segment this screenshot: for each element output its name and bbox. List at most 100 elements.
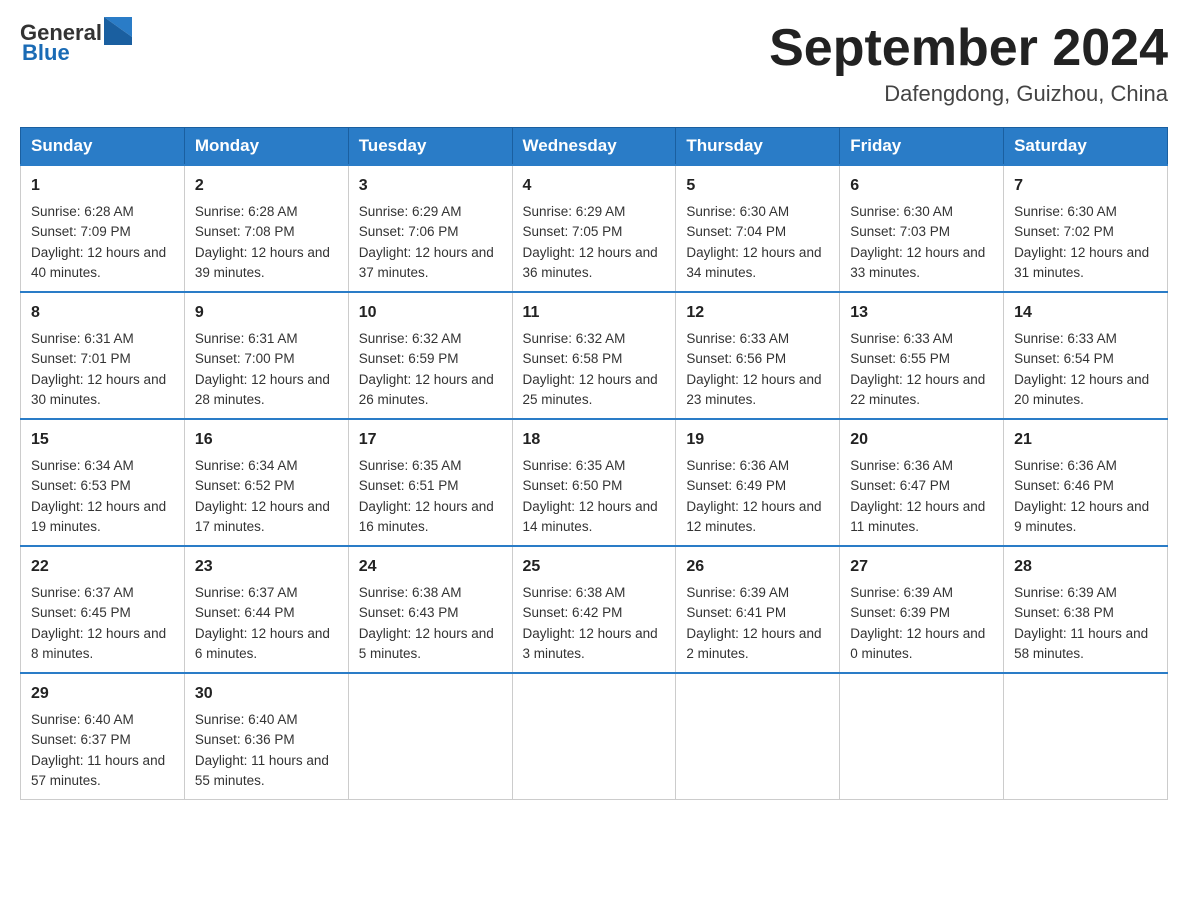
day-number: 24 <box>359 555 502 579</box>
day-number: 30 <box>195 682 338 706</box>
day-number: 29 <box>31 682 174 706</box>
sunrise-label: Sunrise: 6:36 AM <box>686 458 789 473</box>
sunrise-label: Sunrise: 6:39 AM <box>686 585 789 600</box>
day-number: 16 <box>195 428 338 452</box>
sunrise-label: Sunrise: 6:34 AM <box>195 458 298 473</box>
sunset-label: Sunset: 6:52 PM <box>195 478 295 493</box>
calendar-cell: 6 Sunrise: 6:30 AM Sunset: 7:03 PM Dayli… <box>840 165 1004 292</box>
sunrise-label: Sunrise: 6:33 AM <box>1014 331 1117 346</box>
sunrise-label: Sunrise: 6:28 AM <box>195 204 298 219</box>
sunrise-label: Sunrise: 6:29 AM <box>523 204 626 219</box>
calendar-week-2: 8 Sunrise: 6:31 AM Sunset: 7:01 PM Dayli… <box>21 292 1168 419</box>
sunrise-label: Sunrise: 6:31 AM <box>195 331 298 346</box>
daylight-label: Daylight: 11 hours and 55 minutes. <box>195 753 329 788</box>
calendar-cell: 14 Sunrise: 6:33 AM Sunset: 6:54 PM Dayl… <box>1004 292 1168 419</box>
calendar-cell: 24 Sunrise: 6:38 AM Sunset: 6:43 PM Dayl… <box>348 546 512 673</box>
sunset-label: Sunset: 7:04 PM <box>686 224 786 239</box>
calendar-cell <box>840 673 1004 800</box>
calendar-cell: 4 Sunrise: 6:29 AM Sunset: 7:05 PM Dayli… <box>512 165 676 292</box>
sunset-label: Sunset: 6:42 PM <box>523 605 623 620</box>
calendar-cell: 11 Sunrise: 6:32 AM Sunset: 6:58 PM Dayl… <box>512 292 676 419</box>
calendar-cell <box>512 673 676 800</box>
sunset-label: Sunset: 6:53 PM <box>31 478 131 493</box>
calendar-cell <box>676 673 840 800</box>
day-number: 1 <box>31 174 174 198</box>
sunset-label: Sunset: 6:58 PM <box>523 351 623 366</box>
daylight-label: Daylight: 12 hours and 9 minutes. <box>1014 499 1149 534</box>
day-number: 10 <box>359 301 502 325</box>
sunset-label: Sunset: 6:49 PM <box>686 478 786 493</box>
daylight-label: Daylight: 11 hours and 57 minutes. <box>31 753 165 788</box>
sunrise-label: Sunrise: 6:32 AM <box>523 331 626 346</box>
day-number: 13 <box>850 301 993 325</box>
sunrise-label: Sunrise: 6:38 AM <box>523 585 626 600</box>
day-number: 26 <box>686 555 829 579</box>
sunset-label: Sunset: 6:56 PM <box>686 351 786 366</box>
day-number: 21 <box>1014 428 1157 452</box>
sunset-label: Sunset: 7:08 PM <box>195 224 295 239</box>
daylight-label: Daylight: 12 hours and 20 minutes. <box>1014 372 1149 407</box>
location: Dafengdong, Guizhou, China <box>769 81 1168 107</box>
day-number: 23 <box>195 555 338 579</box>
calendar-cell: 18 Sunrise: 6:35 AM Sunset: 6:50 PM Dayl… <box>512 419 676 546</box>
calendar-cell: 17 Sunrise: 6:35 AM Sunset: 6:51 PM Dayl… <box>348 419 512 546</box>
col-wednesday: Wednesday <box>512 128 676 166</box>
calendar-week-1: 1 Sunrise: 6:28 AM Sunset: 7:09 PM Dayli… <box>21 165 1168 292</box>
calendar-cell: 28 Sunrise: 6:39 AM Sunset: 6:38 PM Dayl… <box>1004 546 1168 673</box>
calendar-cell <box>348 673 512 800</box>
daylight-label: Daylight: 12 hours and 12 minutes. <box>686 499 821 534</box>
daylight-label: Daylight: 12 hours and 30 minutes. <box>31 372 166 407</box>
calendar-cell <box>1004 673 1168 800</box>
day-number: 27 <box>850 555 993 579</box>
col-friday: Friday <box>840 128 1004 166</box>
col-tuesday: Tuesday <box>348 128 512 166</box>
sunset-label: Sunset: 6:51 PM <box>359 478 459 493</box>
sunset-label: Sunset: 6:41 PM <box>686 605 786 620</box>
sunrise-label: Sunrise: 6:32 AM <box>359 331 462 346</box>
day-number: 17 <box>359 428 502 452</box>
day-number: 25 <box>523 555 666 579</box>
sunrise-label: Sunrise: 6:38 AM <box>359 585 462 600</box>
logo-blue: Blue <box>22 40 70 66</box>
col-thursday: Thursday <box>676 128 840 166</box>
sunset-label: Sunset: 6:55 PM <box>850 351 950 366</box>
daylight-label: Daylight: 12 hours and 11 minutes. <box>850 499 985 534</box>
month-title: September 2024 <box>769 20 1168 77</box>
sunset-label: Sunset: 6:43 PM <box>359 605 459 620</box>
calendar-cell: 15 Sunrise: 6:34 AM Sunset: 6:53 PM Dayl… <box>21 419 185 546</box>
day-number: 20 <box>850 428 993 452</box>
day-number: 18 <box>523 428 666 452</box>
logo-icon <box>104 17 132 45</box>
daylight-label: Daylight: 12 hours and 6 minutes. <box>195 626 330 661</box>
calendar-cell: 20 Sunrise: 6:36 AM Sunset: 6:47 PM Dayl… <box>840 419 1004 546</box>
daylight-label: Daylight: 12 hours and 28 minutes. <box>195 372 330 407</box>
calendar-cell: 3 Sunrise: 6:29 AM Sunset: 7:06 PM Dayli… <box>348 165 512 292</box>
sunset-label: Sunset: 7:01 PM <box>31 351 131 366</box>
daylight-label: Daylight: 12 hours and 34 minutes. <box>686 245 821 280</box>
calendar-cell: 27 Sunrise: 6:39 AM Sunset: 6:39 PM Dayl… <box>840 546 1004 673</box>
sunrise-label: Sunrise: 6:35 AM <box>359 458 462 473</box>
sunset-label: Sunset: 6:38 PM <box>1014 605 1114 620</box>
daylight-label: Daylight: 12 hours and 8 minutes. <box>31 626 166 661</box>
daylight-label: Daylight: 12 hours and 3 minutes. <box>523 626 658 661</box>
sunrise-label: Sunrise: 6:33 AM <box>686 331 789 346</box>
sunset-label: Sunset: 6:36 PM <box>195 732 295 747</box>
sunrise-label: Sunrise: 6:34 AM <box>31 458 134 473</box>
daylight-label: Daylight: 12 hours and 16 minutes. <box>359 499 494 534</box>
sunset-label: Sunset: 6:59 PM <box>359 351 459 366</box>
sunrise-label: Sunrise: 6:31 AM <box>31 331 134 346</box>
day-number: 3 <box>359 174 502 198</box>
sunset-label: Sunset: 7:05 PM <box>523 224 623 239</box>
calendar-cell: 1 Sunrise: 6:28 AM Sunset: 7:09 PM Dayli… <box>21 165 185 292</box>
sunrise-label: Sunrise: 6:30 AM <box>850 204 953 219</box>
day-number: 5 <box>686 174 829 198</box>
daylight-label: Daylight: 12 hours and 2 minutes. <box>686 626 821 661</box>
day-number: 12 <box>686 301 829 325</box>
sunrise-label: Sunrise: 6:39 AM <box>850 585 953 600</box>
calendar-cell: 22 Sunrise: 6:37 AM Sunset: 6:45 PM Dayl… <box>21 546 185 673</box>
sunrise-label: Sunrise: 6:30 AM <box>686 204 789 219</box>
calendar-cell: 9 Sunrise: 6:31 AM Sunset: 7:00 PM Dayli… <box>184 292 348 419</box>
sunrise-label: Sunrise: 6:40 AM <box>31 712 134 727</box>
sunrise-label: Sunrise: 6:30 AM <box>1014 204 1117 219</box>
day-number: 6 <box>850 174 993 198</box>
